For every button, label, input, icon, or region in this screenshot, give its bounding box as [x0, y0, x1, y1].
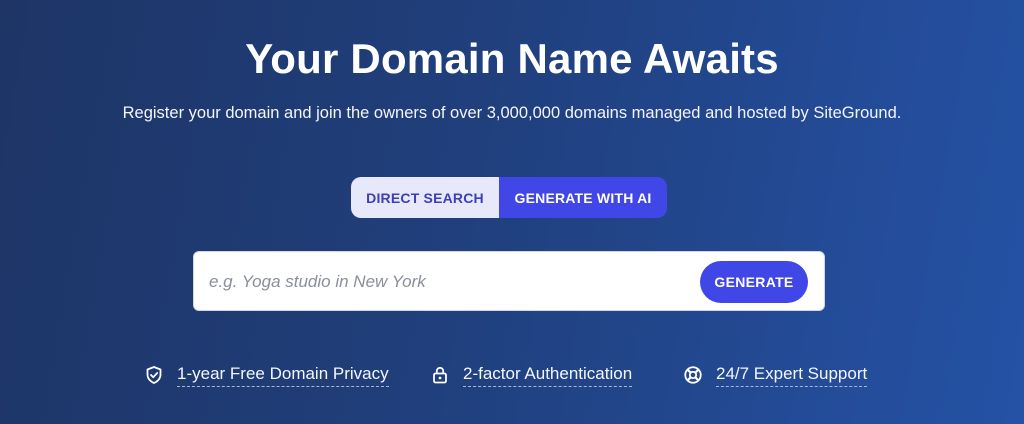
page-title: Your Domain Name Awaits [245, 35, 779, 82]
search-mode-toggle: DIRECT SEARCH GENERATE WITH AI [351, 177, 667, 218]
tab-direct-search[interactable]: DIRECT SEARCH [351, 177, 499, 218]
domain-idea-input[interactable] [207, 261, 691, 303]
generate-button[interactable]: GENERATE [700, 261, 808, 303]
lifebuoy-icon [683, 365, 703, 385]
lock-icon [430, 365, 450, 385]
feature-expert-support: 24/7 Expert Support [683, 362, 868, 388]
feature-two-factor-auth-link[interactable]: 2-factor Authentication [463, 364, 633, 387]
feature-domain-privacy: 1-year Free Domain Privacy [144, 362, 389, 388]
feature-two-factor-auth: 2-factor Authentication [430, 362, 633, 388]
feature-domain-privacy-link[interactable]: 1-year Free Domain Privacy [177, 364, 389, 387]
feature-list: 1-year Free Domain Privacy 2-factor Auth… [0, 362, 1024, 390]
feature-expert-support-link[interactable]: 24/7 Expert Support [716, 364, 868, 387]
page-subtitle: Register your domain and join the owners… [122, 104, 902, 122]
domain-search-box: GENERATE [193, 251, 825, 311]
shield-check-icon [144, 365, 164, 385]
tab-generate-with-ai[interactable]: GENERATE WITH AI [499, 177, 667, 218]
